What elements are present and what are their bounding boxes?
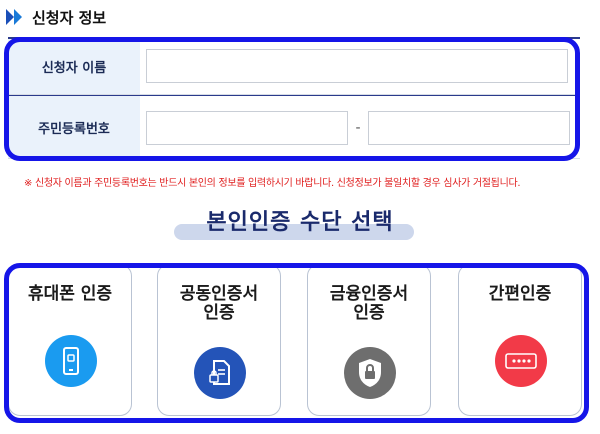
shield-lock-icon [344,347,396,399]
rrn-label: 주민등록번호 [8,96,140,158]
section-header: 신청자 정보 [6,8,107,27]
certificate-document-icon [194,347,246,399]
rrn-separator: - [355,120,361,136]
warning-notice: ※ 신청자 이름과 주민등록번호는 반드시 본인의 정보를 입력하시기 바랍니다… [24,178,521,189]
name-label: 신청자 이름 [8,39,140,94]
auth-title-block: 본인인증 수단 선택 [0,204,600,244]
rrn-row: 주민등록번호 - [8,95,580,159]
name-cell [140,39,580,94]
auth-option-label: 휴대폰 인증 [27,284,113,304]
rrn-cell: - [140,96,580,158]
auth-method-title: 본인인증 수단 선택 [206,210,394,235]
auth-option-joint-certificate[interactable]: 공동인증서 인증 [157,264,281,416]
rrn-front-input[interactable] [146,111,348,145]
applicant-name-input[interactable] [146,49,568,83]
mobile-phone-icon [45,335,97,387]
rrn-back-input[interactable] [368,111,570,145]
auth-option-financial-certificate[interactable]: 금융인증서 인증 [307,264,431,416]
double-arrow-icon [6,9,22,25]
auth-option-label: 공동인증서 인증 [179,284,259,323]
applicant-form: 신청자 이름 주민등록번호 - [8,37,580,159]
section-title: 신청자 정보 [32,8,107,27]
auth-option-label: 금융인증서 인증 [329,284,409,323]
auth-option-label: 간편인증 [488,284,552,304]
name-row: 신청자 이름 [8,39,580,95]
auth-option-simple-auth[interactable]: 간편인증 [458,264,582,416]
password-dots-icon [495,335,547,387]
auth-option-mobile[interactable]: 휴대폰 인증 [8,264,132,416]
